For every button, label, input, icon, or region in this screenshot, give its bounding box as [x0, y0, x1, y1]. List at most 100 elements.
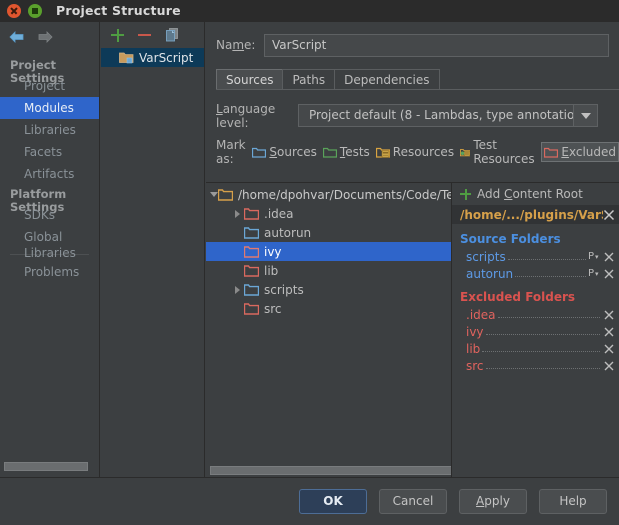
- folder-excluded-icon: [244, 265, 259, 277]
- tree-horizontal-scrollbar[interactable]: [206, 464, 451, 477]
- folder-resources-icon: [376, 147, 390, 158]
- tree-expand-root-icon[interactable]: [210, 192, 218, 197]
- close-icon[interactable]: [602, 310, 615, 320]
- tree-node-label: .idea: [264, 207, 294, 221]
- close-icon[interactable]: [602, 269, 615, 279]
- excluded-folder-row[interactable]: .idea: [452, 306, 619, 323]
- language-level-row: Language level: Project default (8 - Lam…: [216, 103, 609, 128]
- tree-row-scripts[interactable]: scripts: [206, 280, 451, 299]
- sidebar-horizontal-scrollbar[interactable]: [0, 460, 100, 473]
- sidebar-item-libraries[interactable]: Libraries: [0, 119, 99, 141]
- sidebar-item-modules[interactable]: Modules: [0, 97, 99, 119]
- source-folder-label: scripts: [466, 250, 506, 264]
- source-folder-row[interactable]: scripts P▾: [452, 248, 619, 265]
- language-level-select[interactable]: Project default (8 - Lambdas, type annot…: [298, 104, 598, 127]
- excluded-folder-label: lib: [466, 342, 480, 356]
- project-structure-dialog: Project Structure Project Settings Proje…: [0, 0, 619, 525]
- language-level-value: Project default (8 - Lambdas, type annot…: [299, 105, 573, 126]
- source-folder-label: autorun: [466, 267, 513, 281]
- mark-as-resources-label: Resources: [393, 145, 454, 159]
- folder-tests-icon: [323, 147, 337, 158]
- minus-icon[interactable]: [138, 34, 151, 36]
- mark-as-tests-button[interactable]: Tests: [320, 142, 373, 162]
- tree-expand-scripts-icon[interactable]: [230, 286, 244, 294]
- mark-as-test-resources-button[interactable]: Test Resources: [457, 135, 541, 169]
- folder-excluded-icon: [544, 147, 558, 158]
- sidebar-group-project-settings: Project Settings: [0, 56, 99, 75]
- content-roots-panel: Add Content Root /home/.../plugins/VarSc…: [452, 182, 619, 477]
- folder-sources-icon: [252, 147, 266, 158]
- apply-button[interactable]: Apply: [459, 489, 527, 514]
- module-list-item-label: VarScript: [139, 51, 193, 65]
- module-list-item-varscript[interactable]: VarScript: [101, 48, 204, 67]
- help-button[interactable]: Help: [539, 489, 607, 514]
- folder-excluded-icon: [244, 208, 259, 220]
- tab-sources[interactable]: Sources: [216, 69, 283, 90]
- content-tree: /home/dpohvar/Documents/Code/Test/mi .id…: [206, 182, 452, 477]
- sidebar-item-facets[interactable]: Facets: [0, 141, 99, 163]
- sidebar-group-platform-settings: Platform Settings: [0, 185, 99, 204]
- chevron-down-icon[interactable]: [573, 105, 597, 126]
- module-name-label: Name:: [216, 38, 264, 52]
- close-icon[interactable]: [7, 4, 21, 18]
- dialog-button-bar: OK Cancel Apply Help: [0, 477, 619, 525]
- excluded-folder-row[interactable]: src: [452, 357, 619, 374]
- tree-row-lib[interactable]: lib: [206, 261, 451, 280]
- folder-root-icon: [218, 189, 233, 201]
- excluded-folder-row[interactable]: ivy: [452, 323, 619, 340]
- mark-as-excluded-button[interactable]: Excluded: [541, 142, 619, 162]
- sidebar-item-artifacts[interactable]: Artifacts: [0, 163, 99, 185]
- tab-dependencies[interactable]: Dependencies: [334, 69, 439, 90]
- add-content-root-button[interactable]: Add Content Root: [452, 183, 619, 205]
- tree-node-label: src: [264, 302, 282, 316]
- module-name-input[interactable]: [264, 34, 609, 57]
- maximize-icon[interactable]: [28, 4, 42, 18]
- tree-row-idea[interactable]: .idea: [206, 204, 451, 223]
- tree-row-src[interactable]: src: [206, 299, 451, 318]
- add-content-root-label: Add Content Root: [477, 187, 583, 201]
- close-icon[interactable]: [602, 344, 615, 354]
- mark-as-resources-button[interactable]: Resources: [373, 142, 457, 162]
- ok-button[interactable]: OK: [299, 489, 367, 514]
- source-folder-row[interactable]: autorun P▾: [452, 265, 619, 282]
- row-dots: [482, 342, 600, 352]
- close-icon[interactable]: [603, 209, 615, 221]
- mark-as-sources-label: Sources: [269, 145, 316, 159]
- tree-scrollbar-thumb[interactable]: [210, 466, 452, 475]
- mark-as-sources-button[interactable]: Sources: [249, 142, 319, 162]
- package-prefix-icon[interactable]: P▾: [588, 268, 602, 279]
- sidebar-scrollbar-thumb[interactable]: [4, 462, 88, 471]
- tree-row-autorun[interactable]: autorun: [206, 223, 451, 242]
- row-dots: [508, 250, 586, 260]
- tree-node-label: ivy: [264, 245, 282, 259]
- folder-test-resources-icon: [460, 147, 470, 158]
- source-folders-title: Source Folders: [452, 224, 619, 248]
- arrow-right-icon[interactable]: [37, 30, 54, 44]
- tree-row-ivy[interactable]: ivy: [206, 242, 451, 261]
- mark-as-test-resources-label: Test Resources: [473, 138, 538, 166]
- excluded-folders-title: Excluded Folders: [452, 282, 619, 306]
- close-icon[interactable]: [602, 327, 615, 337]
- content-root-header: /home/.../plugins/VarScript: [452, 205, 619, 224]
- sidebar-nav-toolbar: [0, 22, 99, 52]
- excluded-folder-row[interactable]: lib: [452, 340, 619, 357]
- arrow-left-icon[interactable]: [8, 30, 25, 44]
- sidebar-item-problems[interactable]: Problems: [0, 261, 99, 283]
- tree-expand-idea-icon[interactable]: [230, 210, 244, 218]
- tree-row-root[interactable]: /home/dpohvar/Documents/Code/Test/mi: [206, 185, 451, 204]
- close-icon[interactable]: [602, 252, 615, 262]
- cancel-button[interactable]: Cancel: [379, 489, 447, 514]
- language-level-label: Language level:: [216, 102, 298, 130]
- close-icon[interactable]: [602, 361, 615, 371]
- sidebar-nav-list: Project Settings Project Modules Librari…: [0, 52, 99, 283]
- module-folder-icon: [119, 51, 134, 64]
- mark-as-tests-label: Tests: [340, 145, 370, 159]
- mark-as-label: Mark as:: [216, 138, 249, 166]
- tab-paths[interactable]: Paths: [282, 69, 335, 90]
- mark-as-row: Mark as: Sources Tests Resour: [216, 142, 619, 162]
- copy-icon[interactable]: [165, 28, 179, 42]
- plus-icon[interactable]: [111, 29, 124, 42]
- modules-panel: VarScript: [101, 22, 205, 477]
- package-prefix-icon[interactable]: P▾: [588, 251, 602, 262]
- sidebar-item-global-libraries[interactable]: Global Libraries: [0, 226, 99, 248]
